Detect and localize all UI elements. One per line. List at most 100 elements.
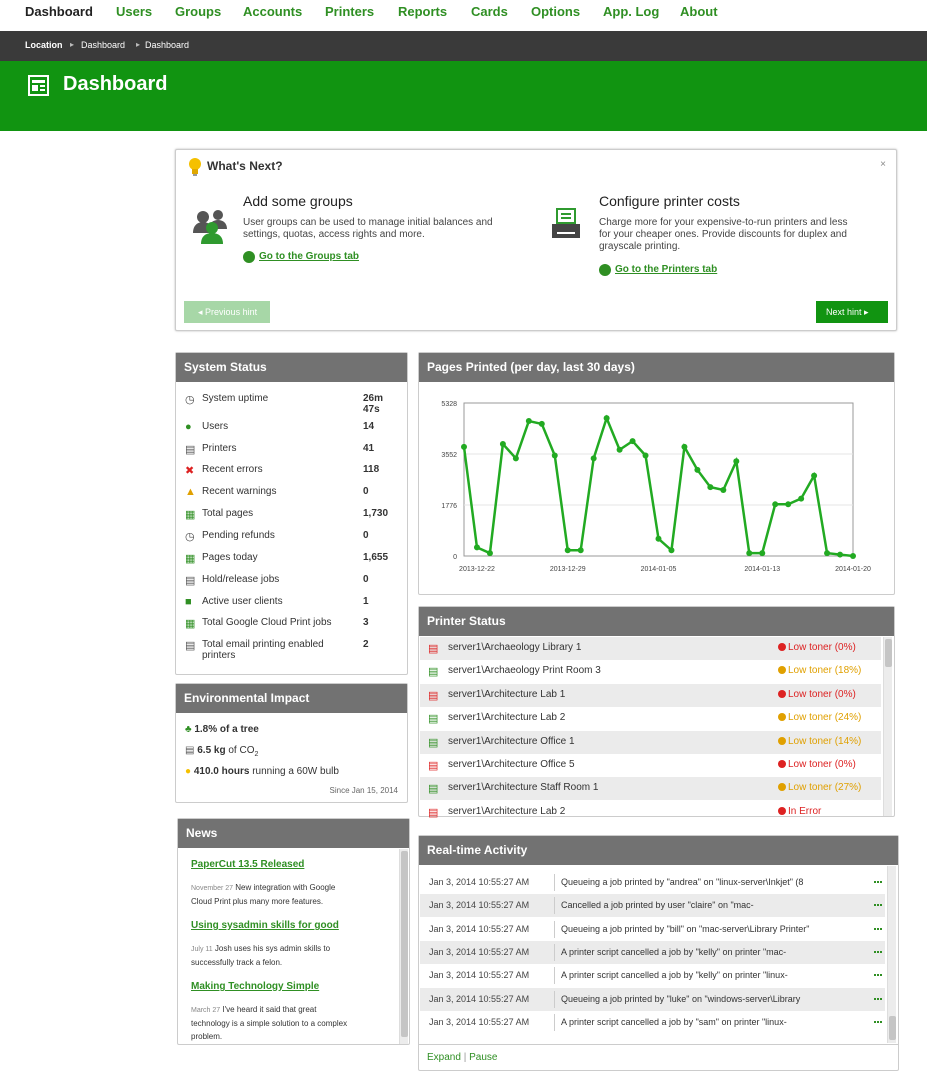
breadcrumb: Location ▸ Dashboard ▸ Dashboard [0,31,927,61]
system-status-value: 14 [363,421,375,432]
divider [554,920,555,938]
printer-name[interactable]: server1\Architecture Office 1 [448,736,575,747]
page-title: Dashboard [63,73,168,95]
nav-accounts[interactable]: Accounts [243,4,302,19]
close-icon[interactable]: × [880,159,886,170]
more-icon[interactable] [874,881,882,883]
go-to-groups-link[interactable]: Go to the Groups tab [259,251,359,262]
activity-scrollbar-thumb[interactable] [889,1016,896,1040]
nav-cards[interactable]: Cards [471,4,508,19]
printer-status-row[interactable]: ▤ server1\Archaeology Print Room 3 Low ton… [420,660,881,683]
printer-name[interactable]: server1\Archaeology Print Room 3 [448,665,601,676]
activity-time: Jan 3, 2014 10:55:27 AM [429,923,530,934]
printer-name[interactable]: server1\Architecture Office 5 [448,759,575,770]
chart-point [824,550,831,557]
printer-status-scrollbar[interactable] [883,637,892,816]
printer-status-row[interactable]: ▤ server1\Architecture Staff Room 1 Low to… [420,777,881,801]
more-icon[interactable] [874,997,882,1000]
printer-icon: ▤ [428,760,439,772]
printer-icon: ▤ [185,640,196,652]
go-to-printers-link[interactable]: Go to the Printers tab [615,264,717,275]
chart-x-tick-label: 2014-01-05 [641,566,677,573]
news-scrollbar[interactable] [399,849,408,1044]
system-status-value: 1,730 [363,508,389,519]
news-item-title[interactable]: Using sysadmin skills for good [191,920,339,931]
chevron-right-icon: ▸ [864,307,869,317]
printer-name[interactable]: server1\Archaeology Library 1 [448,642,581,653]
pages-printed-chart: 0 1776 3552 5328 2013-12-22 2013-12-29 2014-01… [441,401,871,573]
status-dot-icon [778,760,786,768]
system-status-label: Recent warnings [202,486,277,497]
expand-link[interactable]: Expand [427,1052,461,1063]
news-item-title[interactable]: PaperCut 13.5 Released [191,859,304,870]
printer-status-row[interactable]: ▤ server1\Architecture Office 1 Low toner … [420,730,881,754]
printer-status-text: Low toner (0%) [778,689,856,700]
pages-icon: ▦ [185,618,196,630]
system-status-label: Pending refunds [202,530,275,541]
system-status-row: ▲ Recent warnings 0 [185,486,395,508]
more-icon[interactable] [874,1020,882,1023]
system-status-value: 1,655 [363,552,389,563]
activity-time: Jan 3, 2014 10:55:27 AM [429,1016,530,1027]
breadcrumb-item-dashboard[interactable]: Dashboard [81,40,125,50]
divider [554,990,555,1008]
printer-name[interactable]: server1\Architecture Staff Room 1 [448,782,598,793]
chart-point [499,441,506,448]
activity-row: Jan 3, 2014 10:55:27 AM A printer script … [420,1011,885,1034]
chart-title: Pages Printed (per day, last 30 days) [419,353,894,382]
news-item-date: March 27 [191,1007,221,1014]
nav-users[interactable]: Users [116,4,152,19]
divider [554,943,555,961]
printer-status-row[interactable]: ▤ server1\Archaeology Library 1 Low toner … [420,637,881,660]
chart-y-tick-label: 5328 [441,401,457,408]
pause-link[interactable]: Pause [469,1052,497,1063]
printer-status-row[interactable]: ▤ server1\Architecture Lab 2 Low toner (24… [420,707,881,730]
printer-name[interactable]: server1\Architecture Lab 2 [448,712,565,723]
since-date: Since Jan 15, 2014 [329,786,399,795]
nav-app-log[interactable]: App. Log [603,4,659,19]
more-icon[interactable] [874,974,882,977]
system-status-row: ● Users 14 [185,421,395,443]
activity-message: A printer script cancelled a job by "kel… [561,970,788,981]
nav-groups[interactable]: Groups [175,4,221,19]
printer-name[interactable]: server1\Architecture Lab 1 [448,689,565,700]
nav-dashboard[interactable]: Dashboard [25,4,93,19]
chart-y-tick-label: 1776 [441,503,457,510]
system-status-value: 41 [363,443,375,454]
chart-point [668,547,675,554]
printer-costs-text: for your cheaper ones. Provide discounts… [599,229,847,240]
system-status-panel: System Status ◷ System uptime 26m 47s ● Users… [175,352,408,675]
more-icon[interactable] [874,904,882,907]
chart-x-tick-label: 2014-01-20 [835,566,871,573]
environmental-impact-panel: Environmental Impact ♣ 1.8% of a tree ▤ … [175,683,408,803]
printer-status-row[interactable]: ▤ server1\Architecture Lab 1 Low toner (0%… [420,683,881,707]
status-label: Low toner (0%) [788,759,856,770]
previous-hint-button[interactable]: ◂ Previous hint [184,301,270,323]
nav-reports[interactable]: Reports [398,4,447,19]
nav-about[interactable]: About [680,4,718,19]
chart-point [590,455,597,462]
more-icon[interactable] [874,950,882,953]
nav-options[interactable]: Options [531,4,580,19]
printer-icon: ▤ [428,736,439,749]
activity-row: Jan 3, 2014 10:55:27 AM A printer script … [420,964,885,987]
activity-message: Queueing a job printed by "luke" on "win… [561,993,801,1004]
activity-row: Jan 3, 2014 10:55:27 AM A printer script … [420,940,885,964]
printer-status-row[interactable]: ▤ server1\Architecture Lab 2 In Error [420,801,881,824]
more-icon[interactable] [874,927,882,930]
news-item-line: Cloud Print plus many more features. [191,897,324,906]
activity-scrollbar[interactable] [887,866,896,1043]
printer-icon: ▤ [428,643,439,655]
nav-printers[interactable]: Printers [325,4,374,19]
printer-status-row[interactable]: ▤ server1\Architecture Office 5 Low toner … [420,754,881,777]
printer-name[interactable]: server1\Architecture Lab 2 [448,806,565,817]
pages-icon: ▦ [185,509,196,521]
printer-status-title: Printer Status [419,607,894,636]
printer-status-scrollbar-thumb[interactable] [885,639,892,667]
news-scrollbar-thumb[interactable] [401,851,408,1037]
previous-hint-label: Previous hint [205,307,258,317]
system-status-value: 2 [363,639,369,650]
next-hint-button[interactable]: Next hint ▸ [816,301,888,323]
bulb-value: 410.0 hours [193,766,250,777]
news-item-title[interactable]: Making Technology Simple [191,981,319,992]
